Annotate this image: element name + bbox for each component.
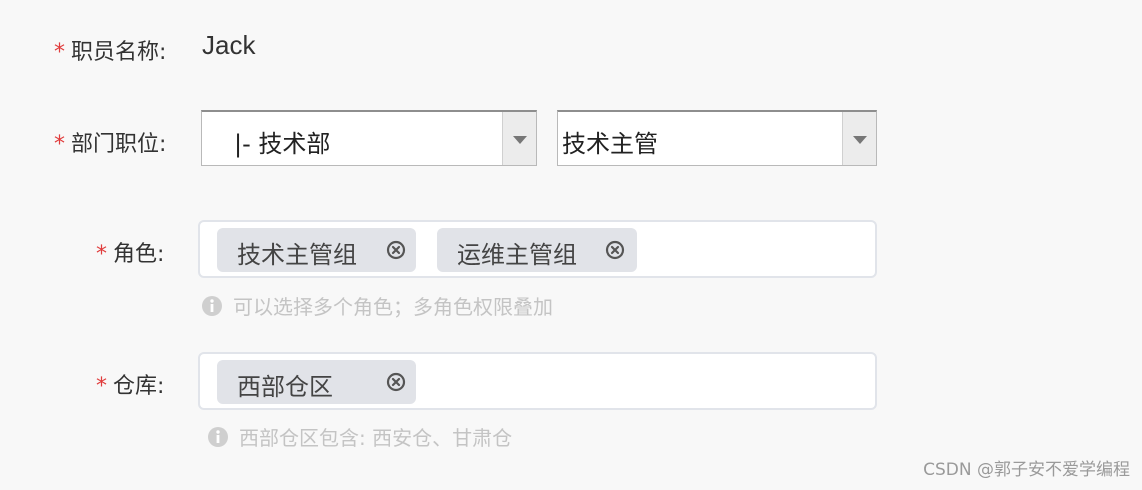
employee-name-value: Jack: [202, 30, 256, 60]
info-icon: [202, 296, 222, 316]
chevron-down-icon: [853, 136, 867, 144]
close-circle-icon[interactable]: [605, 240, 625, 260]
role-hint: 可以选择多个角色；多角色权限叠加: [201, 291, 553, 320]
close-circle-icon[interactable]: [386, 372, 406, 392]
role-tag-label: 运维主管组: [457, 241, 577, 269]
position-select-value: 技术主管: [562, 130, 658, 158]
department-dropdown-button[interactable]: [502, 112, 536, 165]
department-select-value: |- 技术部: [234, 130, 331, 158]
chevron-down-icon: [513, 136, 527, 144]
role-label: * 角色:: [96, 242, 165, 267]
department-select[interactable]: |- 技术部: [201, 110, 537, 166]
warehouse-tag-label: 西部仓区: [237, 373, 333, 401]
role-tag: 运维主管组: [437, 228, 637, 272]
required-mark: *: [54, 132, 65, 157]
close-circle-icon[interactable]: [386, 240, 406, 260]
info-icon: [208, 427, 228, 447]
employee-name-label: * 职员名称:: [54, 40, 167, 65]
warehouse-label: * 仓库:: [96, 374, 165, 399]
required-mark: *: [96, 242, 107, 267]
watermark: CSDN @郭子安不爱学编程: [923, 460, 1130, 480]
department-position-label: * 部门职位:: [54, 132, 167, 157]
role-tag-label: 技术主管组: [237, 241, 357, 269]
required-mark: *: [96, 374, 107, 399]
position-select[interactable]: 技术主管: [557, 110, 877, 166]
role-multiselect[interactable]: 技术主管组 运维主管组: [198, 220, 877, 278]
warehouse-multiselect[interactable]: 西部仓区: [198, 352, 877, 410]
role-tag: 技术主管组: [217, 228, 416, 272]
required-mark: *: [54, 40, 65, 65]
position-dropdown-button[interactable]: [842, 112, 876, 165]
warehouse-tag: 西部仓区: [217, 360, 416, 404]
warehouse-hint: 西部仓区包含: 西安仓、甘肃仓: [207, 422, 512, 451]
